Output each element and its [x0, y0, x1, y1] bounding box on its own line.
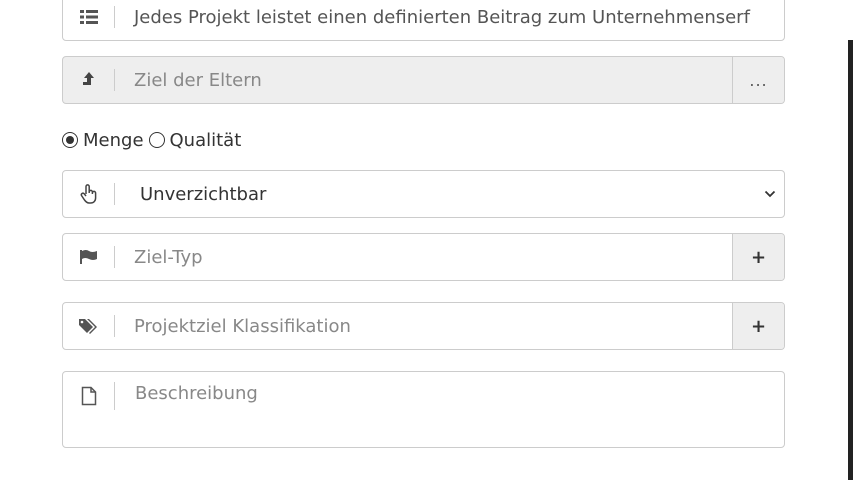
- plus-icon: +: [750, 315, 767, 337]
- goal-title-input[interactable]: Jedes Projekt leistet einen definierten …: [115, 0, 784, 40]
- hand-pointer-icon: [63, 171, 115, 217]
- file-icon: [63, 382, 115, 410]
- description-placeholder[interactable]: Beschreibung: [135, 382, 258, 406]
- priority-select[interactable]: Unverzichtbar: [62, 170, 785, 218]
- measure-type-radio-group: Menge Qualität: [62, 127, 244, 153]
- window-edge: [846, 0, 853, 480]
- description-textarea[interactable]: Beschreibung: [62, 371, 785, 448]
- radio-qualitaet[interactable]: [148, 132, 165, 148]
- add-classification-button[interactable]: +: [732, 303, 784, 349]
- tags-icon: [63, 303, 115, 349]
- add-goal-type-button[interactable]: +: [732, 234, 784, 280]
- radio-qualitaet-label[interactable]: Qualität: [170, 130, 242, 151]
- goal-type-input[interactable]: Ziel-Typ: [115, 234, 732, 280]
- parent-goal-input[interactable]: Ziel der Eltern: [115, 57, 732, 103]
- plus-icon: +: [750, 246, 767, 268]
- edge-bar: [848, 40, 853, 480]
- chevron-down-icon[interactable]: [756, 171, 784, 217]
- arrow-up-icon: [63, 57, 115, 103]
- goal-title-field[interactable]: Jedes Projekt leistet einen definierten …: [62, 0, 785, 41]
- goal-type-field[interactable]: Ziel-Typ +: [62, 233, 785, 281]
- classification-input[interactable]: Projektziel Klassifikation: [115, 303, 732, 349]
- parent-goal-field[interactable]: Ziel der Eltern ...: [62, 56, 785, 104]
- flag-icon: [63, 234, 115, 280]
- list-icon: [63, 0, 115, 40]
- classification-field[interactable]: Projektziel Klassifikation +: [62, 302, 785, 350]
- parent-goal-browse-button[interactable]: ...: [732, 57, 784, 103]
- radio-menge[interactable]: [62, 132, 78, 148]
- priority-select-value[interactable]: Unverzichtbar: [115, 171, 756, 217]
- radio-menge-label[interactable]: Menge: [83, 130, 144, 151]
